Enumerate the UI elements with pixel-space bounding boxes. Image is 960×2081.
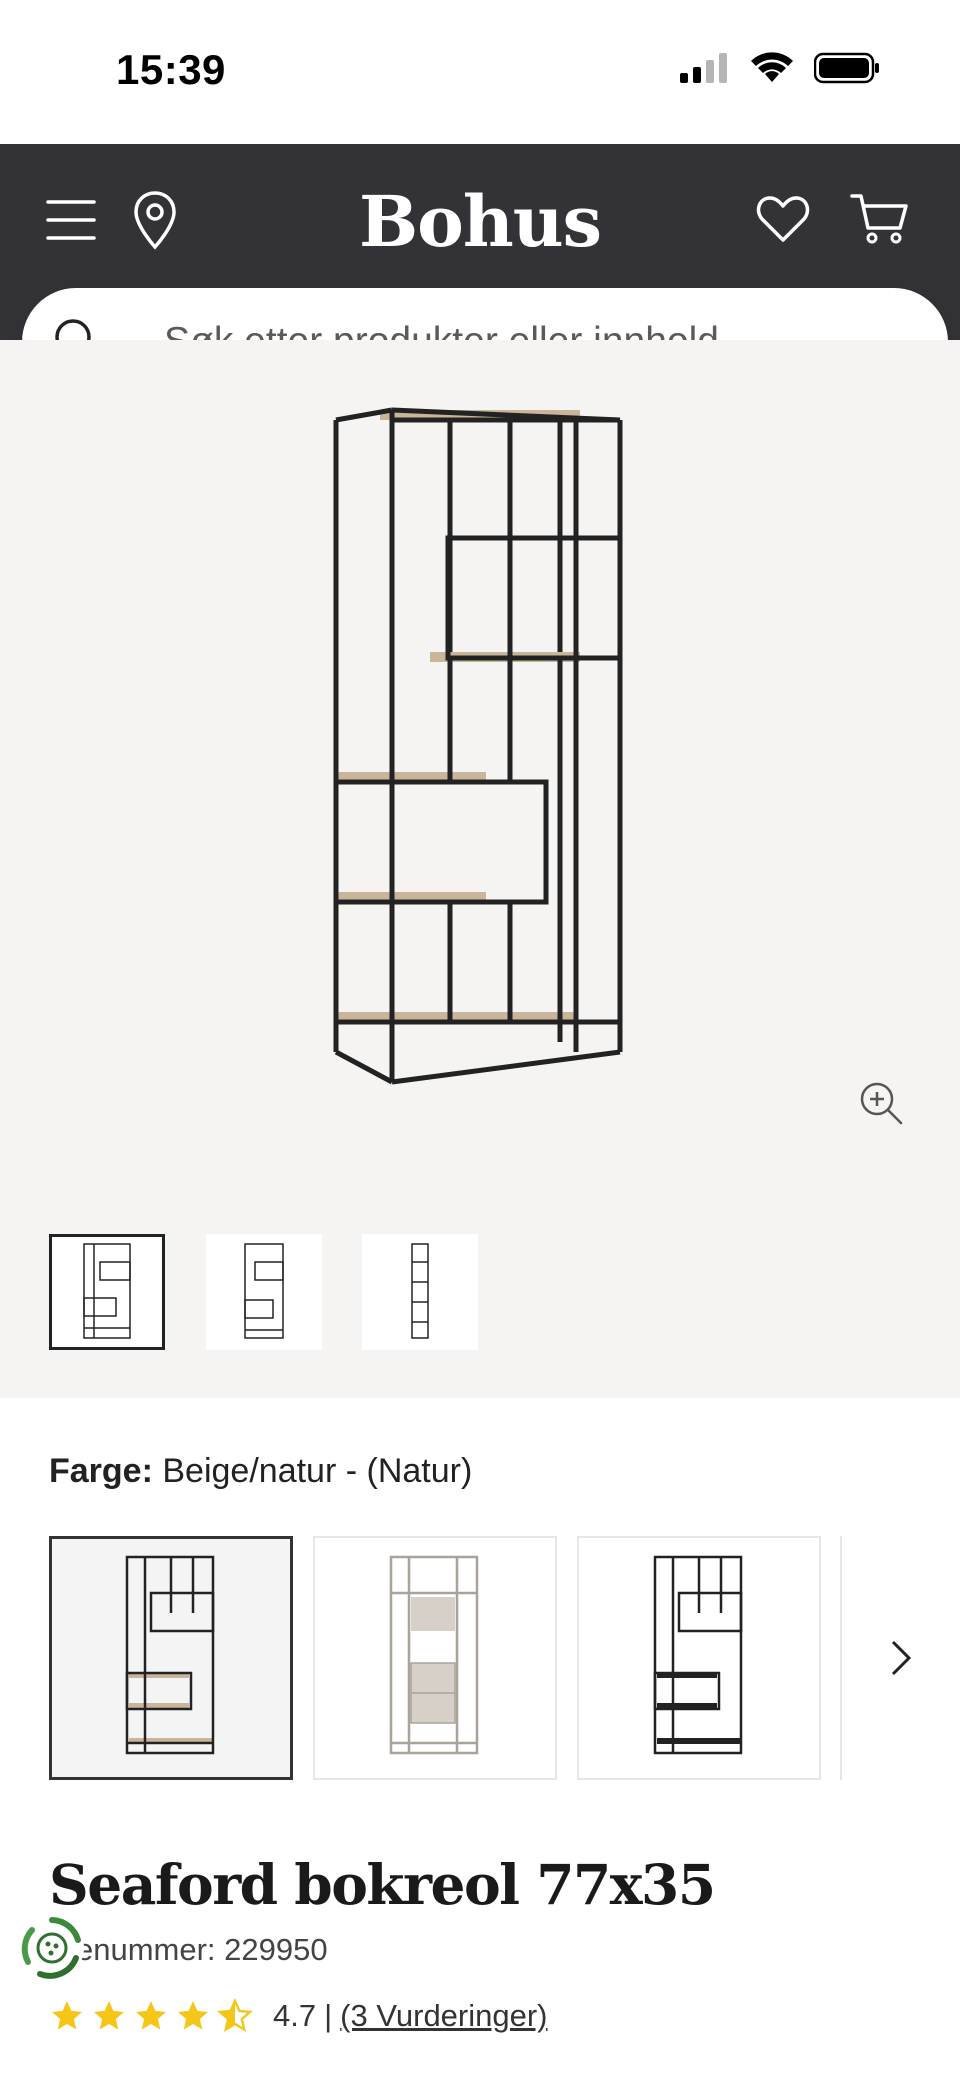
battery-icon	[814, 52, 879, 84]
gallery-thumbnail-3[interactable]	[362, 1234, 478, 1350]
color-swatch-black[interactable]	[577, 1536, 821, 1780]
thumbnail-image	[83, 1243, 131, 1339]
product-title: Seaford bokreol 77x35	[49, 1852, 716, 1917]
rating-separator: |	[324, 1998, 333, 2033]
swatch-image-natur	[125, 1555, 215, 1755]
wifi-icon	[751, 52, 793, 82]
cellular-signal-icon	[680, 53, 727, 83]
status-icons	[680, 52, 880, 84]
star-icon	[94, 2001, 124, 2030]
half-star-icon	[217, 1998, 253, 2032]
color-swatch-natur[interactable]	[49, 1536, 293, 1780]
color-label-title: Farge:	[49, 1452, 153, 1490]
status-time: 15:39	[116, 46, 226, 93]
gallery-thumbnail-2[interactable]	[206, 1234, 322, 1350]
chevron-right-icon	[891, 1640, 912, 1676]
swatch-next-button[interactable]	[840, 1536, 960, 1780]
star-icon	[178, 2001, 208, 2030]
item-number: enummer: 229950	[76, 1932, 328, 1967]
status-bar: 15:39	[0, 0, 960, 144]
color-value: Beige/natur - (Natur)	[162, 1452, 473, 1490]
reviews-link[interactable]: (3 Vurderinger)	[340, 1998, 547, 2034]
swatch-image-black	[653, 1555, 743, 1755]
star-icon	[52, 2001, 82, 2030]
cart-icon[interactable]	[850, 192, 910, 246]
rating-stars	[49, 1998, 253, 2034]
heart-icon[interactable]	[756, 194, 810, 244]
color-label: Farge: Beige/natur - (Natur)	[49, 1452, 472, 1491]
recycle-icon[interactable]	[16, 1912, 88, 1984]
rating-value: 4.7	[273, 1998, 317, 2033]
color-swatch-beige[interactable]	[313, 1536, 557, 1780]
zoom-in-icon[interactable]	[858, 1080, 904, 1126]
thumbnail-image	[411, 1243, 429, 1339]
bohus-logo[interactable]: Bohus	[0, 180, 960, 263]
product-gallery	[0, 340, 960, 1398]
star-icon	[136, 2001, 166, 2030]
gallery-thumbnail-1[interactable]	[49, 1234, 165, 1350]
product-rating: 4.7 | (3 Vurderinger)	[49, 1998, 548, 2034]
thumbnail-image	[244, 1243, 284, 1339]
main-product-image[interactable]	[320, 402, 640, 1102]
swatch-image-beige	[389, 1555, 479, 1755]
